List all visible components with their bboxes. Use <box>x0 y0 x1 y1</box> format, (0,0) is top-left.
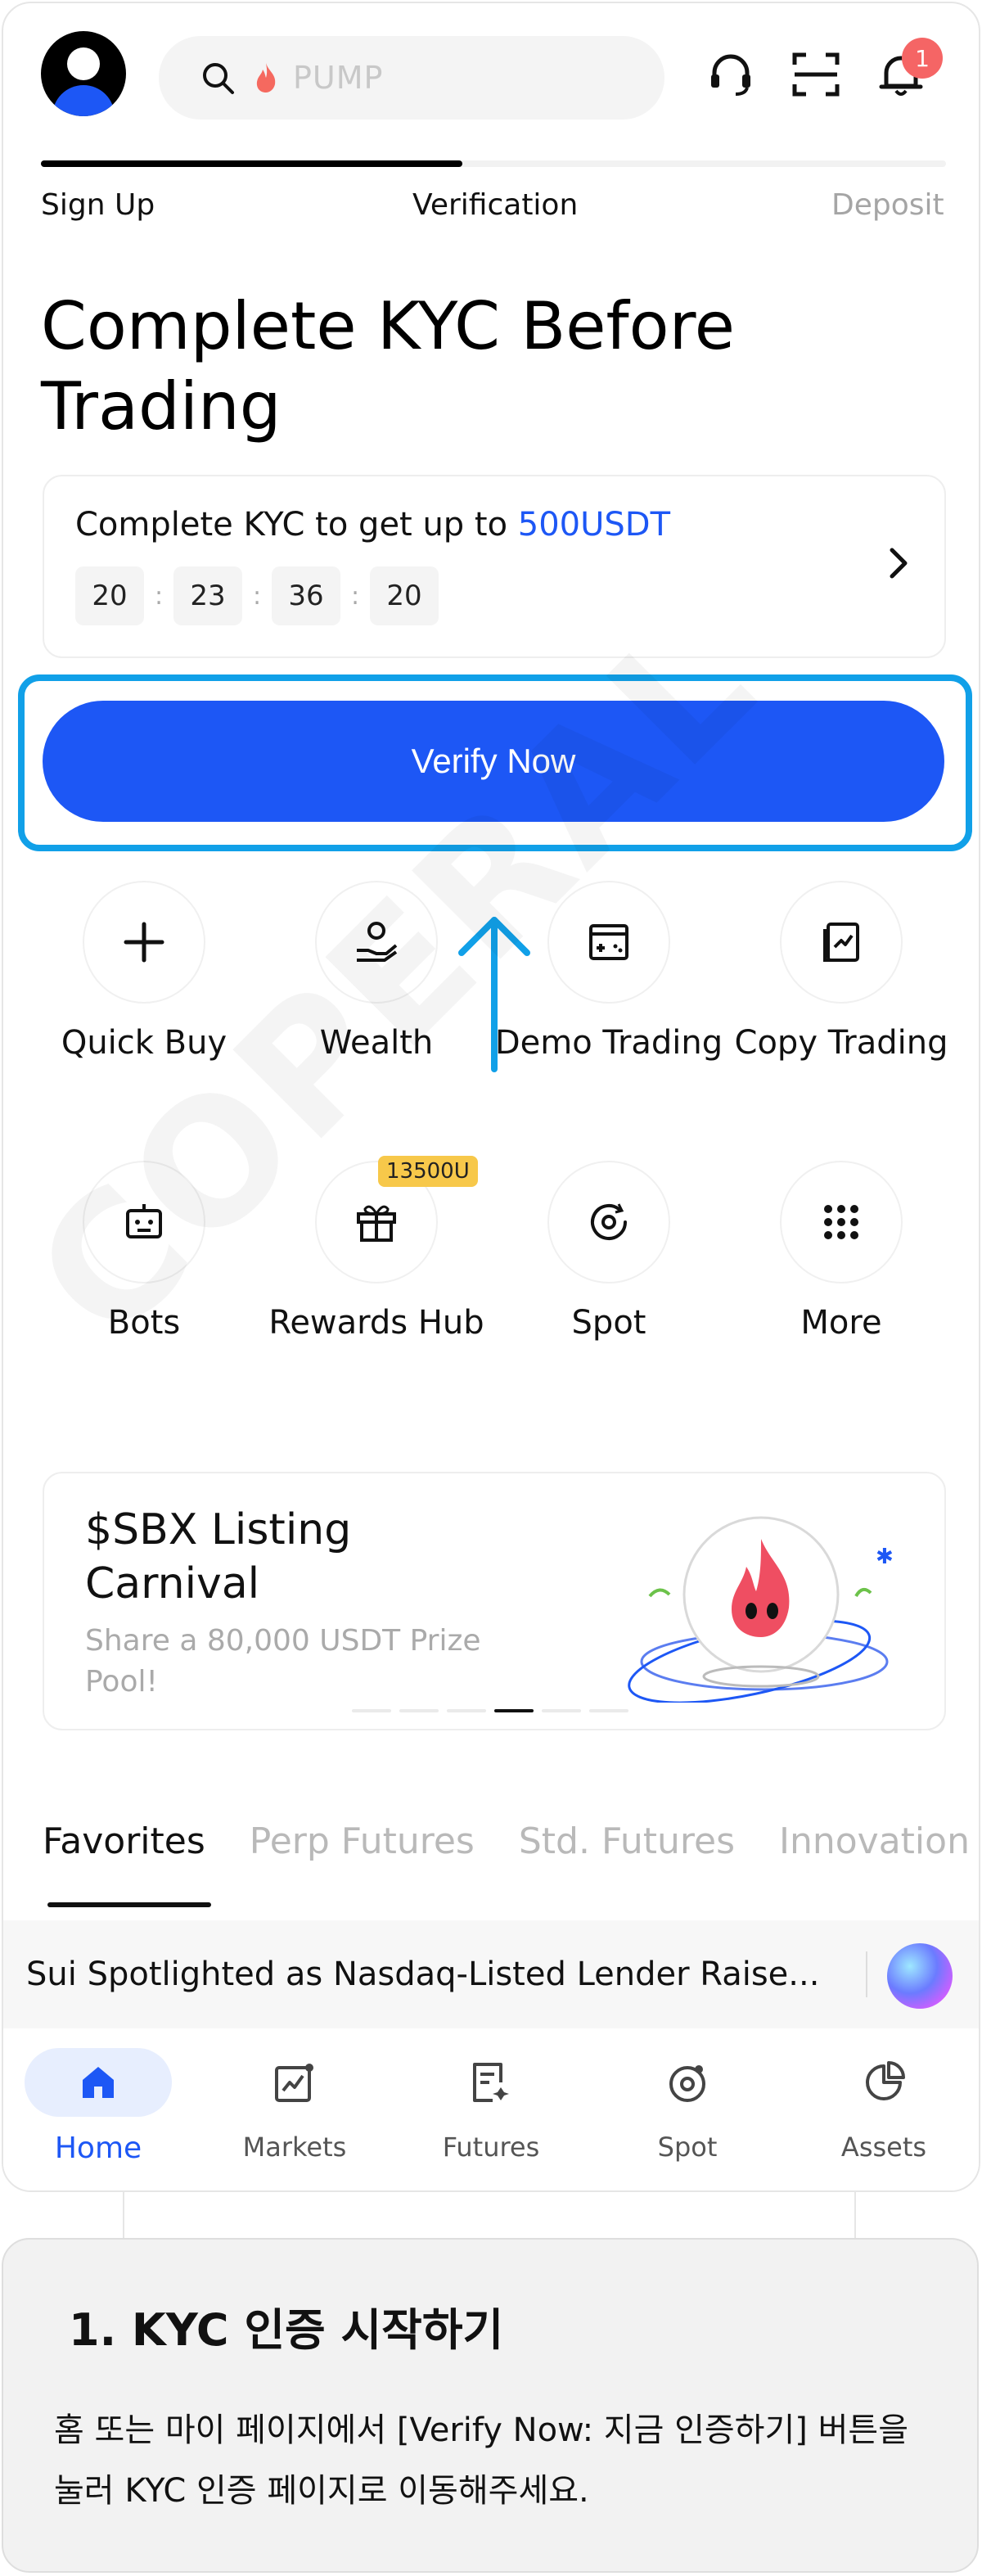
chevron-right-icon <box>890 548 908 579</box>
spot-icon <box>591 1203 627 1240</box>
instruction-card: 1. KYC 인증 시작하기 홈 또는 마이 페이지에서 [Verify Now… <box>2 2238 979 2573</box>
nav-spot[interactable]: Spot <box>614 2048 761 2163</box>
news-headline: Sui Spotlighted as Nasdaq-Listed Lender … <box>26 1956 820 1993</box>
nav-assets[interactable]: Assets <box>810 2048 957 2163</box>
scan-icon[interactable] <box>787 46 845 103</box>
timer-seconds: 20 <box>370 566 439 625</box>
market-tabs: Favorites Perp Futures Std. Futures Inno… <box>43 1820 970 1862</box>
futures-icon <box>473 2063 509 2102</box>
banner-title: $SBX Listing Carnival <box>85 1505 352 1608</box>
nav-home[interactable]: Home <box>25 2048 172 2165</box>
tab-perp-futures[interactable]: Perp Futures <box>250 1820 475 1862</box>
flame-crystal-ball-icon: ✱ <box>628 1516 894 1703</box>
rewards-hub-tag: 13500U <box>378 1156 478 1187</box>
promo-banner[interactable]: $SBX Listing Carnival Share a 80,000 USD… <box>43 1472 946 1730</box>
home-icon <box>83 2067 114 2098</box>
timer-days: 20 <box>75 566 144 625</box>
step-deposit: Deposit <box>831 188 944 222</box>
headset-icon[interactable] <box>702 46 759 103</box>
instruction-body: 홈 또는 마이 페이지에서 [Verify Now: 지금 인증하기] 버튼을 … <box>54 2411 909 2510</box>
tab-std-futures[interactable]: Std. Futures <box>519 1820 735 1862</box>
phone-frame: PUMP 1 Sign Up Verification Deposit Comp… <box>2 2 980 2192</box>
kyc-reward-amount: 500USDT <box>517 506 671 544</box>
kyc-reward-card[interactable]: Complete KYC to get up to 500USDT 20 : 2… <box>43 475 946 658</box>
search-icon <box>203 63 234 94</box>
signup-progress-bar <box>41 160 946 167</box>
step-verification: Verification <box>412 188 579 222</box>
tab-innovation[interactable]: Innovation <box>779 1820 970 1862</box>
step-sign-up: Sign Up <box>41 188 155 222</box>
markets-icon <box>275 2064 313 2102</box>
carousel-dots[interactable] <box>352 1709 628 1712</box>
banner-subtitle: Share a 80,000 USDT Prize Pool! <box>85 1624 481 1699</box>
quick-action-copy-trading[interactable]: Copy Trading <box>727 881 956 1064</box>
spot-nav-icon <box>669 2065 705 2102</box>
timer-hours: 23 <box>173 566 242 625</box>
active-tab-underline <box>47 1902 211 1907</box>
connector-line <box>123 2190 124 2240</box>
assets-icon <box>866 2061 905 2100</box>
plus-icon <box>124 922 164 963</box>
nav-futures[interactable]: Futures <box>417 2048 565 2163</box>
svg-text:✱: ✱ <box>876 1545 894 1569</box>
avatar[interactable] <box>41 31 126 116</box>
instruction-heading: 1. KYC 인증 시작하기 <box>69 2304 504 2356</box>
timer-minutes: 36 <box>272 566 340 625</box>
ai-orb-icon[interactable] <box>887 1943 953 2009</box>
countdown-timer: 20 : 23 : 36 : 20 <box>75 566 439 625</box>
bottom-navigation: Home Markets Futures Spot Assets <box>3 2028 979 2190</box>
quick-action-spot[interactable]: Spot <box>494 1161 723 1344</box>
search-placeholder: PUMP <box>293 60 384 96</box>
quick-action-more[interactable]: More <box>727 1161 956 1344</box>
flame-icon <box>256 63 276 92</box>
gift-icon <box>357 1205 396 1242</box>
page-title: Complete KYC Before Trading <box>41 288 735 444</box>
nav-markets[interactable]: Markets <box>221 2048 368 2163</box>
search-bar[interactable]: PUMP <box>159 36 664 120</box>
kyc-reward-text: Complete KYC to get up to 500USDT <box>75 506 671 544</box>
tab-favorites[interactable]: Favorites <box>43 1820 205 1862</box>
connector-line <box>854 2190 856 2240</box>
grid-dots-icon <box>824 1205 858 1239</box>
copy-trading-icon <box>823 923 859 962</box>
notification-badge: 1 <box>902 38 943 79</box>
news-ticker[interactable]: Sui Spotlighted as Nasdaq-Listed Lender … <box>3 1920 979 2028</box>
